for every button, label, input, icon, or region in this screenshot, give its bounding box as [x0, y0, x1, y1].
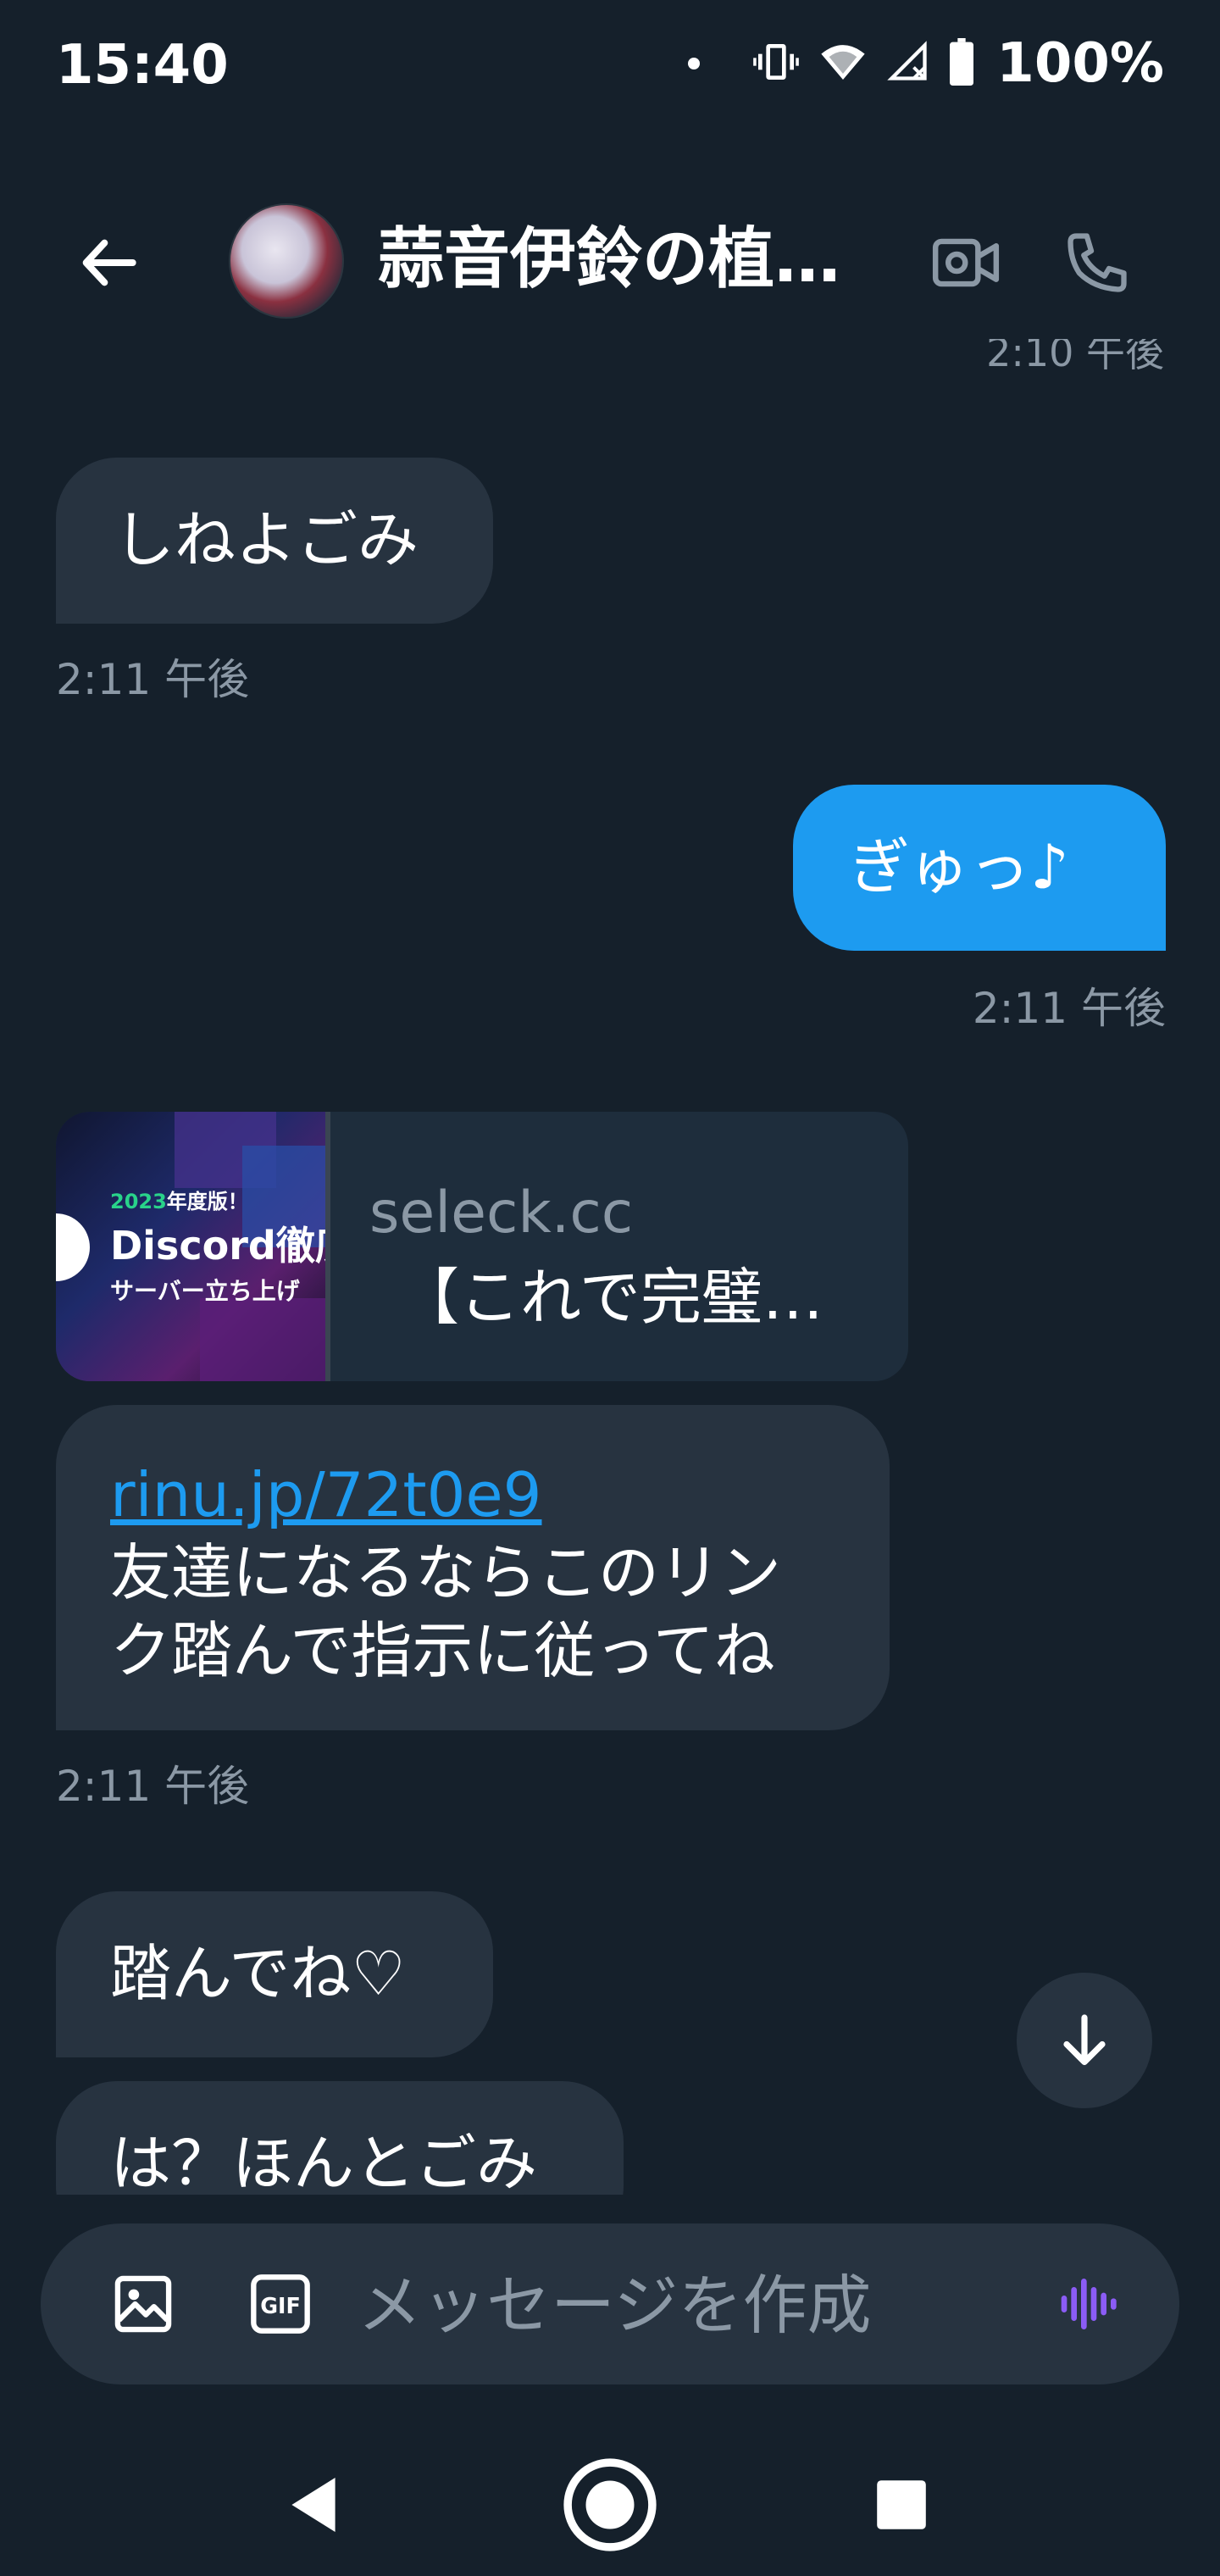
- message-input[interactable]: [356, 2257, 1037, 2352]
- link-preview-thumbnail: 2023年度版！ Discord徹底 サーバー立ち上げ: [56, 1112, 325, 1381]
- battery-icon: [949, 38, 974, 89]
- gif-icon: GIF: [251, 2274, 310, 2334]
- triangle-back-icon: [291, 2478, 336, 2532]
- square-recents-icon: [877, 2480, 926, 2529]
- message-timestamp: 2:11 午後: [972, 984, 1166, 1033]
- message-list[interactable]: 2:10 午後 しねよごみ 2:11 午後 ぎゅっ♪ 2:11 午後 2023年…: [0, 339, 1220, 2195]
- vibrate-icon: [752, 38, 800, 89]
- message-composer: GIF: [41, 2223, 1179, 2384]
- conversation-title[interactable]: 蒜音伊鈴の植…: [378, 217, 869, 302]
- avatar[interactable]: [229, 203, 344, 319]
- thumb-title: Discord徹底: [110, 1223, 325, 1269]
- message-text: しねよごみ: [114, 504, 419, 575]
- video-camera-icon: [932, 238, 1000, 287]
- message-bubble-incoming[interactable]: rinu.jp/72t0e9 友達になるならこのリン ク踏んで指示に従ってね: [56, 1405, 890, 1730]
- scroll-to-bottom-button[interactable]: [1017, 1973, 1152, 2108]
- message-bubble-incoming[interactable]: 踏んでね♡: [56, 1891, 493, 2057]
- message-bubble-outgoing[interactable]: ぎゅっ♪: [793, 785, 1166, 951]
- add-gif-button[interactable]: GIF: [242, 2270, 319, 2338]
- add-image-button[interactable]: [105, 2270, 181, 2338]
- card-divider: [325, 1112, 330, 1381]
- conversation-header: 蒜音伊鈴の植…: [0, 169, 1220, 347]
- voice-message-button[interactable]: [1047, 2266, 1132, 2342]
- wifi-icon: [818, 38, 868, 89]
- nav-back-button[interactable]: [271, 2462, 356, 2547]
- message-text: 友達になるならこのリン: [110, 1537, 782, 1608]
- status-bar: 15:40 100%: [0, 0, 1220, 136]
- status-time: 15:40: [56, 34, 229, 97]
- voice-call-button[interactable]: [1051, 220, 1144, 305]
- nav-recents-button[interactable]: [859, 2462, 944, 2547]
- svg-text:GIF: GIF: [260, 2293, 301, 2318]
- message-bubble-incoming[interactable]: しねよごみ: [56, 458, 493, 624]
- message-timestamp: 2:10 午後: [986, 339, 1164, 375]
- signal-off-icon: [886, 38, 930, 89]
- phone-icon: [1068, 233, 1127, 292]
- arrow-down-icon: [1063, 2014, 1106, 2066]
- message-text: は？ほんとごみ: [110, 2128, 538, 2195]
- system-navigation-bar: [0, 2423, 1220, 2576]
- status-icons: 100%: [688, 32, 1164, 95]
- link-preview-domain: seleck.cc: [369, 1180, 634, 1246]
- audio-wave-icon: [1061, 2279, 1117, 2329]
- notification-dot-icon: [688, 58, 701, 69]
- message-timestamp: 2:11 午後: [56, 655, 250, 704]
- message-link[interactable]: rinu.jp/72t0e9: [110, 1459, 541, 1530]
- arrow-left-icon: [82, 239, 136, 286]
- nav-home-button[interactable]: [559, 2454, 661, 2556]
- link-preview-title: 【これで完璧…: [398, 1262, 824, 1333]
- message-text: ぎゅっ♪: [849, 831, 1069, 902]
- image-icon: [114, 2275, 172, 2333]
- battery-percent: 100%: [996, 32, 1164, 95]
- back-button[interactable]: [68, 220, 152, 305]
- message-timestamp: 2:11 午後: [56, 1762, 250, 1811]
- video-call-button[interactable]: [919, 220, 1012, 305]
- thumb-subtitle: サーバー立ち上げ: [110, 1277, 300, 1305]
- thumb-year: 2023年度版！: [110, 1190, 248, 1213]
- message-text: ク踏んで指示に従ってね: [110, 1615, 775, 1686]
- message-bubble-incoming[interactable]: は？ほんとごみ: [56, 2081, 624, 2195]
- link-preview-card[interactable]: 2023年度版！ Discord徹底 サーバー立ち上げ seleck.cc 【こ…: [56, 1112, 908, 1381]
- message-text: 踏んでね♡: [110, 1938, 406, 2009]
- circle-home-icon: [563, 2458, 657, 2551]
- thumb-logo: [56, 1213, 90, 1281]
